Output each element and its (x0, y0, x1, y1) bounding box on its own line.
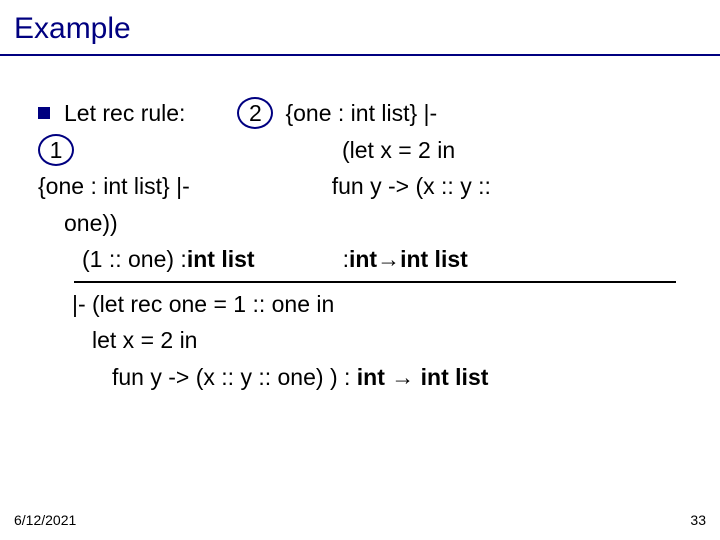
line-5: (1 :: one) : int list: int → int list (20, 242, 700, 277)
conclusion-letrec: |- (let rec one = 1 :: one in (72, 291, 334, 317)
circled-2: 2 (237, 97, 273, 129)
line-3: {one : int list} |- fun y -> (x :: y :: (20, 169, 700, 204)
type-intlist-1: int list (187, 242, 255, 277)
type-int-2: int (357, 364, 392, 390)
type-intlist-3: int list (414, 364, 488, 390)
bullet-icon (38, 107, 50, 119)
arrow-icon: → (377, 242, 400, 277)
line-2: 1 (let x = 2 in (20, 133, 700, 168)
one-close: one)) (64, 210, 118, 236)
line-7: let x = 2 in (20, 323, 700, 358)
line-8: fun y -> (x :: y :: one) ) : int → int l… (20, 360, 700, 395)
slide-body: Let rec rule:2{one : int list} |-1(let x… (0, 56, 720, 394)
slide-footer: 6/12/2021 33 (14, 512, 706, 528)
footer-page-number: 33 (690, 512, 706, 528)
line-1: Let rec rule: 2 {one : int list} |- (20, 96, 700, 131)
line-4: one)) (20, 206, 700, 241)
footer-date: 6/12/2021 (14, 512, 76, 528)
let-rec-label: Let rec rule: (64, 96, 185, 131)
premise-left: (1 :: one) : (82, 242, 187, 277)
line-6: |- (let rec one = 1 :: one in (20, 287, 700, 322)
arrow-icon: → (391, 364, 414, 390)
conclusion-letx: let x = 2 in (92, 327, 197, 353)
let-binding: (let x = 2 in (342, 133, 455, 168)
type-int-1: int (349, 242, 377, 277)
fun-body: fun y -> (x :: y :: (332, 169, 491, 204)
inference-rule-line (74, 281, 676, 283)
conclusion-fun: fun y -> (x :: y :: one) ) : (112, 364, 357, 390)
context-left: {one : int list} |- (38, 169, 190, 204)
context-right-1: {one : int list} |- (285, 96, 437, 131)
page-title: Example (0, 0, 720, 54)
circled-1: 1 (38, 134, 74, 166)
type-intlist-2: int list (400, 242, 468, 277)
